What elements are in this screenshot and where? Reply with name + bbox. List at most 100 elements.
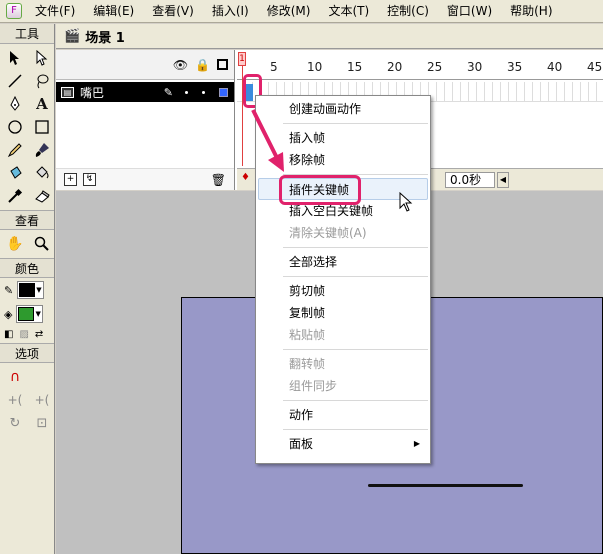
eye-icon[interactable]: 👁 (173, 58, 188, 72)
color-buttons-row: ◧ ▨ ⇄ (0, 326, 54, 343)
menu-item-panels-label: 面板 (289, 437, 314, 451)
ink-bottle-tool-icon[interactable] (3, 162, 27, 184)
dropdown-arrow-icon: ▼ (35, 310, 41, 318)
scene-label[interactable]: 场景 1 (85, 27, 125, 46)
menu-item-actions[interactable]: 动作 (256, 404, 430, 426)
subselect-tool-icon[interactable] (30, 47, 54, 69)
menu-window[interactable]: 窗口(W) (438, 0, 501, 23)
toolbox-options-header: 选项 (0, 343, 54, 363)
brush-tool-icon[interactable] (30, 139, 54, 161)
trash-icon[interactable]: 🗑 (211, 173, 226, 187)
scene-bar: 🎬 场景 1 (56, 24, 603, 49)
playhead-marker[interactable]: 1 (238, 52, 246, 66)
straighten-option-icon[interactable]: +( (30, 389, 54, 411)
mouth-stroke[interactable] (368, 484, 523, 487)
menu-item-copy-frames[interactable]: 复制帧 (256, 302, 430, 324)
center-frame-icon[interactable]: ♦ (241, 172, 250, 183)
menu-annotation-box (279, 175, 361, 205)
menu-separator (283, 247, 428, 248)
menu-bar: F 文件(F) 编辑(E) 查看(V) 插入(I) 修改(M) 文本(T) 控制… (0, 0, 603, 23)
menu-modify[interactable]: 修改(M) (258, 0, 320, 23)
menu-insert[interactable]: 插入(I) (203, 0, 258, 23)
fill-color-row: ◈ ▼ (0, 302, 54, 326)
fill-color-swatch (18, 307, 35, 321)
menu-file[interactable]: 文件(F) (26, 0, 84, 23)
no-color-icon[interactable]: ▨ (19, 329, 28, 340)
menu-item-clear-keyframe[interactable]: 清除关键帧(A) (256, 222, 430, 244)
ruler-number: 45 (587, 60, 603, 74)
layer-name: 嘴巴 (80, 85, 105, 100)
frame-ruler[interactable]: 1 5 10 15 20 25 30 35 40 45 (237, 50, 603, 80)
menu-item-panels[interactable]: 面板 ▶ (256, 433, 430, 455)
eraser-tool-icon[interactable] (30, 185, 54, 207)
playhead-line (242, 66, 243, 166)
lock-dot[interactable] (202, 90, 205, 94)
scale-option-icon[interactable]: ⊡ (30, 412, 54, 434)
dropdown-arrow-icon: ▼ (36, 286, 42, 294)
app-logo-icon: F (6, 3, 22, 19)
paint-bucket-tool-icon[interactable] (30, 162, 54, 184)
ruler-number: 35 (507, 60, 523, 74)
scene-clapper-icon: 🎬 (64, 28, 81, 44)
smooth-option-icon[interactable]: +( (3, 389, 27, 411)
hand-tool-icon[interactable]: ✋ (3, 233, 27, 255)
menu-edit[interactable]: 编辑(E) (84, 0, 143, 23)
ruler-number: 15 (347, 60, 363, 74)
menu-control[interactable]: 控制(C) (378, 0, 438, 23)
layer-page-icon: ▤ (61, 86, 74, 98)
magnet-snap-icon[interactable]: ∩ (3, 366, 27, 388)
oval-tool-icon[interactable] (3, 116, 27, 138)
mouse-cursor-icon (399, 192, 413, 212)
stroke-pencil-icon: ✎ (4, 283, 14, 297)
menu-separator (283, 400, 428, 401)
ruler-number: 25 (427, 60, 443, 74)
default-colors-icon[interactable]: ◧ (4, 329, 13, 340)
scroll-left-arrow[interactable]: ◀ (497, 172, 509, 188)
arrow-tool-icon[interactable] (3, 47, 27, 69)
menu-item-reverse-frames[interactable]: 翻转帧 (256, 353, 430, 375)
ruler-number: 5 (270, 60, 278, 74)
text-tool-icon[interactable]: A (30, 93, 54, 115)
menu-item-sync-symbols[interactable]: 组件同步 (256, 375, 430, 397)
stroke-color-swatch (19, 283, 36, 297)
rotate-option-icon[interactable]: ↻ (3, 412, 27, 434)
menu-help[interactable]: 帮助(H) (501, 0, 561, 23)
menu-item-select-all[interactable]: 全部选择 (256, 251, 430, 273)
fill-bucket-icon: ◈ (4, 307, 13, 321)
menu-item-remove-frame[interactable]: 移除帧 (256, 149, 430, 171)
ruler-number: 10 (307, 60, 323, 74)
menu-separator (283, 123, 428, 124)
tools-grid: A (0, 44, 54, 210)
toolbox-colors-header: 颜色 (0, 258, 54, 278)
stroke-color-picker[interactable]: ▼ (17, 281, 44, 299)
layer-row[interactable]: ▤ 嘴巴 ✎ (56, 82, 234, 102)
menu-view[interactable]: 查看(V) (143, 0, 203, 23)
visibility-dot[interactable] (185, 90, 188, 94)
menu-separator (283, 349, 428, 350)
ruler-number: 40 (547, 60, 563, 74)
layers-footer: + ↯ 🗑 (56, 168, 234, 190)
outline-square-icon[interactable] (217, 59, 228, 70)
menu-item-paste-frames[interactable]: 粘贴帧 (256, 324, 430, 346)
line-tool-icon[interactable] (3, 70, 27, 92)
lock-icon[interactable]: 🔒 (195, 58, 210, 72)
fill-color-picker[interactable]: ▼ (16, 305, 43, 323)
rectangle-tool-icon[interactable] (30, 116, 54, 138)
menu-item-insert-frame[interactable]: 插入帧 (256, 127, 430, 149)
pen-tool-icon[interactable] (3, 93, 27, 115)
zoom-tool-icon[interactable] (30, 233, 54, 255)
swap-colors-icon[interactable]: ⇄ (35, 329, 43, 340)
lasso-tool-icon[interactable] (30, 70, 54, 92)
add-guide-layer-icon[interactable]: ↯ (83, 173, 96, 186)
view-tools-grid: ✋ (0, 230, 54, 258)
layer-outline-color[interactable] (219, 87, 228, 97)
frame-context-menu: 创建动画动作 插入帧 移除帧 插件关键帧 插入空白关键帧 清除关键帧(A) 全部… (255, 95, 431, 464)
pencil-tool-icon[interactable] (3, 139, 27, 161)
add-layer-icon[interactable]: + (64, 173, 77, 186)
menu-text[interactable]: 文本(T) (319, 0, 378, 23)
options-grid: ∩ +( +( ↻ ⊡ (0, 363, 54, 437)
layers-header: 👁 🔒 (56, 50, 234, 80)
menu-item-cut-frames[interactable]: 剪切帧 (256, 280, 430, 302)
menu-item-create-motion-tween[interactable]: 创建动画动作 (256, 98, 430, 120)
eyedropper-tool-icon[interactable] (3, 185, 27, 207)
